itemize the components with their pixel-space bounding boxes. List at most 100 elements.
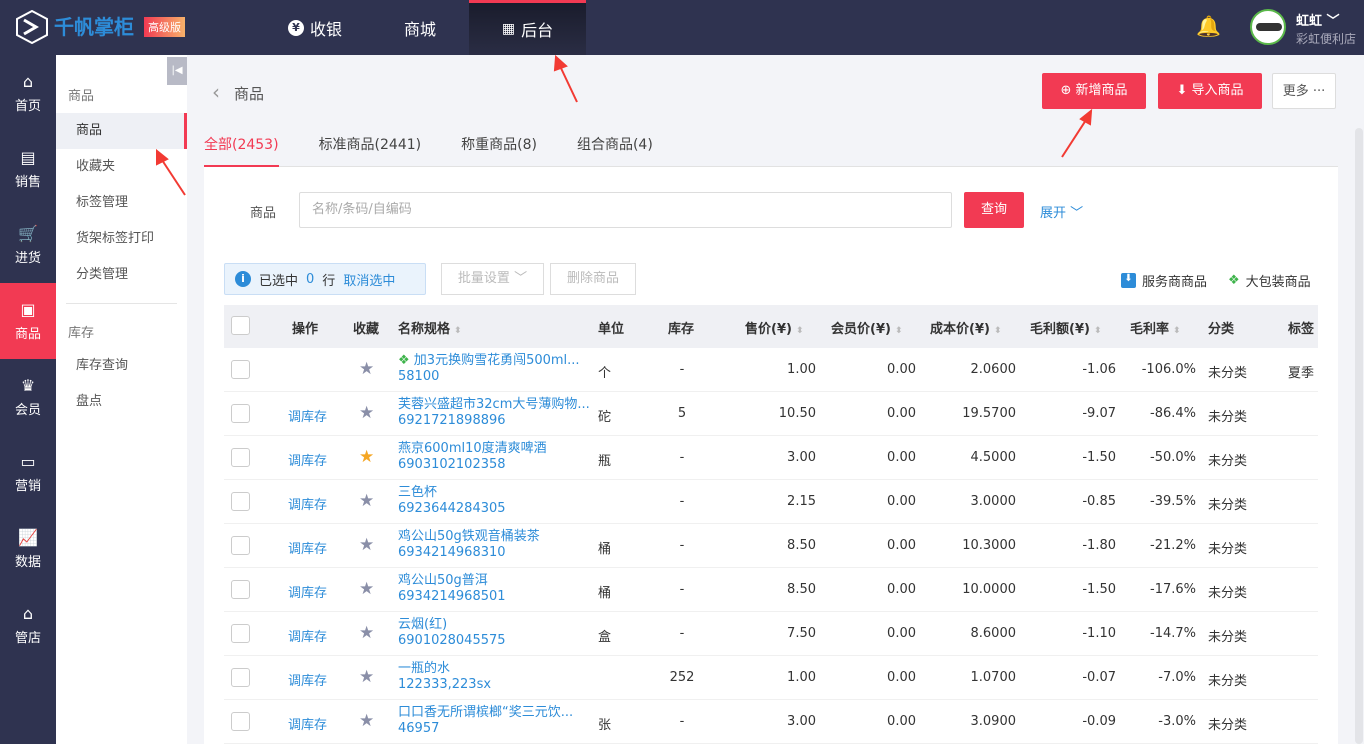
adjust-stock-link[interactable]: 调库存 bbox=[288, 714, 327, 733]
tag: 夏季 bbox=[1288, 366, 1315, 381]
leftnav-purchase[interactable]: 🛒 进货 bbox=[0, 207, 56, 283]
user-name[interactable]: 虹虹 ﹀ bbox=[1296, 10, 1340, 29]
row-checkbox[interactable] bbox=[231, 712, 250, 731]
sort-icon[interactable]: ⬍ bbox=[895, 326, 903, 336]
expand-link[interactable]: 展开 ﹀ bbox=[1040, 202, 1083, 221]
sort-icon[interactable]: ⬍ bbox=[994, 326, 1002, 336]
avatar[interactable] bbox=[1250, 9, 1286, 45]
tab-weighed[interactable]: 称重商品(8) bbox=[461, 134, 537, 167]
leftnav-data[interactable]: 📈 数据 bbox=[0, 511, 56, 587]
price: 8.50 bbox=[787, 538, 816, 553]
receipt-icon: ▤ bbox=[20, 148, 36, 167]
batch-settings-button[interactable]: 批量设置 ﹀ bbox=[441, 263, 544, 295]
member: 0.00 bbox=[887, 582, 916, 597]
row-checkbox[interactable] bbox=[231, 360, 250, 379]
sidebar-item-favorites[interactable]: 收藏夹 bbox=[56, 149, 187, 185]
column-header[interactable]: 会员价(¥) ⬍ bbox=[831, 318, 902, 337]
adjust-stock-link[interactable]: 调库存 bbox=[288, 450, 327, 469]
leftnav-store[interactable]: ⌂ 管店 bbox=[0, 587, 56, 663]
product-name-link[interactable]: 口口香无所谓槟榔“奖三元饮... 46957 bbox=[398, 705, 573, 737]
sidebar-item-category[interactable]: 分类管理 bbox=[56, 257, 187, 293]
leftnav-marketing[interactable]: ▭ 营销 bbox=[0, 435, 56, 511]
edition-badge: 高级版 bbox=[144, 17, 185, 37]
adjust-stock-link[interactable]: 调库存 bbox=[288, 538, 327, 557]
star-icon[interactable]: ★ bbox=[359, 359, 374, 379]
product-name-link[interactable]: 一瓶的水 122333,223sx bbox=[398, 661, 491, 693]
row-checkbox[interactable] bbox=[231, 580, 250, 599]
adjust-stock-link[interactable]: 调库存 bbox=[288, 406, 327, 425]
category: 未分类 bbox=[1208, 498, 1248, 513]
star-icon[interactable]: ★ bbox=[359, 711, 374, 731]
cost: 1.0700 bbox=[970, 670, 1017, 685]
product-name-link[interactable]: 三色杯 6923644284305 bbox=[398, 485, 506, 517]
sort-icon[interactable]: ⬍ bbox=[454, 326, 462, 336]
back-icon[interactable]: ‹ bbox=[212, 80, 220, 104]
sort-icon[interactable]: ⬍ bbox=[1094, 326, 1102, 336]
leftnav-member[interactable]: ♛ 会员 bbox=[0, 359, 56, 435]
row-checkbox[interactable] bbox=[231, 624, 250, 643]
sort-icon[interactable]: ⬍ bbox=[1173, 326, 1181, 336]
star-icon[interactable]: ★ bbox=[359, 623, 374, 643]
column-header[interactable]: 毛利率 ⬍ bbox=[1130, 318, 1181, 337]
import-goods-button[interactable]: ⬇ 导入商品 bbox=[1158, 73, 1262, 109]
sidebar-item-tags[interactable]: 标签管理 bbox=[56, 185, 187, 221]
price: 3.00 bbox=[787, 714, 816, 729]
delete-goods-button[interactable]: 删除商品 bbox=[550, 263, 636, 295]
product-name-link[interactable]: 燕京600ml10度清爽啤酒 6903102102358 bbox=[398, 441, 547, 473]
tab-standard[interactable]: 标准商品(2441) bbox=[319, 134, 422, 167]
nav-cashier[interactable]: ¥ 收银 bbox=[270, 0, 360, 55]
row-checkbox[interactable] bbox=[231, 668, 250, 687]
row-checkbox[interactable] bbox=[231, 536, 250, 555]
sort-icon[interactable]: ⬍ bbox=[796, 326, 804, 336]
row-checkbox[interactable] bbox=[231, 404, 250, 423]
select-all-checkbox[interactable] bbox=[231, 316, 250, 335]
query-button[interactable]: 查询 bbox=[964, 192, 1024, 228]
cancel-selection-link[interactable]: 取消选中 bbox=[343, 270, 395, 289]
product-name-link[interactable]: 鸡公山50g普洱 6934214968501 bbox=[398, 573, 506, 605]
product-name-link[interactable]: 云烟(红) 6901028045575 bbox=[398, 617, 506, 649]
product-name-link[interactable]: ❖ 加3元换购雪花勇闯500ml... 58100 bbox=[398, 353, 580, 385]
sidebar-item-shelf-label[interactable]: 货架标签打印 bbox=[56, 221, 187, 257]
star-icon[interactable]: ★ bbox=[359, 491, 374, 511]
bell-icon[interactable]: 🔔 bbox=[1196, 14, 1221, 38]
adjust-stock-link[interactable]: 调库存 bbox=[288, 670, 327, 689]
star-icon[interactable]: ★ bbox=[359, 667, 374, 687]
row-checkbox[interactable] bbox=[231, 448, 250, 467]
row-checkbox[interactable] bbox=[231, 492, 250, 511]
star-icon[interactable]: ★ bbox=[359, 447, 374, 467]
sidebar-item-stock-query[interactable]: 库存查询 bbox=[56, 348, 187, 384]
price: 8.50 bbox=[787, 582, 816, 597]
scrollbar[interactable] bbox=[1355, 128, 1363, 744]
column-header[interactable]: 名称规格 ⬍ bbox=[398, 318, 462, 337]
adjust-stock-link[interactable]: 调库存 bbox=[288, 582, 327, 601]
column-header[interactable]: 毛利额(¥) ⬍ bbox=[1030, 318, 1101, 337]
column-header[interactable]: 成本价(¥) ⬍ bbox=[930, 318, 1001, 337]
left-nav: ⌂ 首页 ▤ 销售 🛒 进货 ▣ 商品 ♛ 会员 ▭ 营销 📈 数据 ⌂ 管店 bbox=[0, 55, 56, 744]
member: 0.00 bbox=[887, 406, 916, 421]
leftnav-home[interactable]: ⌂ 首页 bbox=[0, 55, 56, 131]
tab-combo[interactable]: 组合商品(4) bbox=[577, 134, 653, 167]
barcode: 6923644284305 bbox=[398, 501, 506, 516]
more-button[interactable]: 更多 ··· bbox=[1272, 73, 1336, 109]
leftnav-sales[interactable]: ▤ 销售 bbox=[0, 131, 56, 207]
selection-info: i 已选中 0 行 取消选中 bbox=[224, 263, 426, 295]
product-name-link[interactable]: 鸡公山50g铁观音桶装茶 6934214968310 bbox=[398, 529, 540, 561]
search-input[interactable]: 名称/条码/自编码 bbox=[299, 192, 952, 228]
leftnav-goods[interactable]: ▣ 商品 bbox=[0, 283, 56, 359]
nav-mall[interactable]: 商城 bbox=[380, 0, 460, 55]
collapse-sidebar-button[interactable]: |◀ bbox=[167, 57, 187, 85]
tab-all[interactable]: 全部(2453) bbox=[204, 134, 279, 167]
column-header[interactable]: 售价(¥) ⬍ bbox=[745, 318, 803, 337]
adjust-stock-link[interactable]: 调库存 bbox=[288, 626, 327, 645]
barcode: 122333,223sx bbox=[398, 677, 492, 692]
add-goods-button[interactable]: ⊕ 新增商品 bbox=[1042, 73, 1146, 109]
nav-backend[interactable]: ▦ 后台 bbox=[469, 0, 586, 55]
star-icon[interactable]: ★ bbox=[359, 535, 374, 555]
unit: 张 bbox=[598, 718, 612, 733]
star-icon[interactable]: ★ bbox=[359, 579, 374, 599]
star-icon[interactable]: ★ bbox=[359, 403, 374, 423]
sidebar-item-stocktake[interactable]: 盘点 bbox=[56, 384, 187, 420]
adjust-stock-link[interactable]: 调库存 bbox=[288, 494, 327, 513]
product-name-link[interactable]: 芙蓉兴盛超市32cm大号薄购物... 6921721898896 bbox=[398, 397, 590, 429]
sidebar-item-goods[interactable]: 商品 bbox=[56, 113, 187, 149]
